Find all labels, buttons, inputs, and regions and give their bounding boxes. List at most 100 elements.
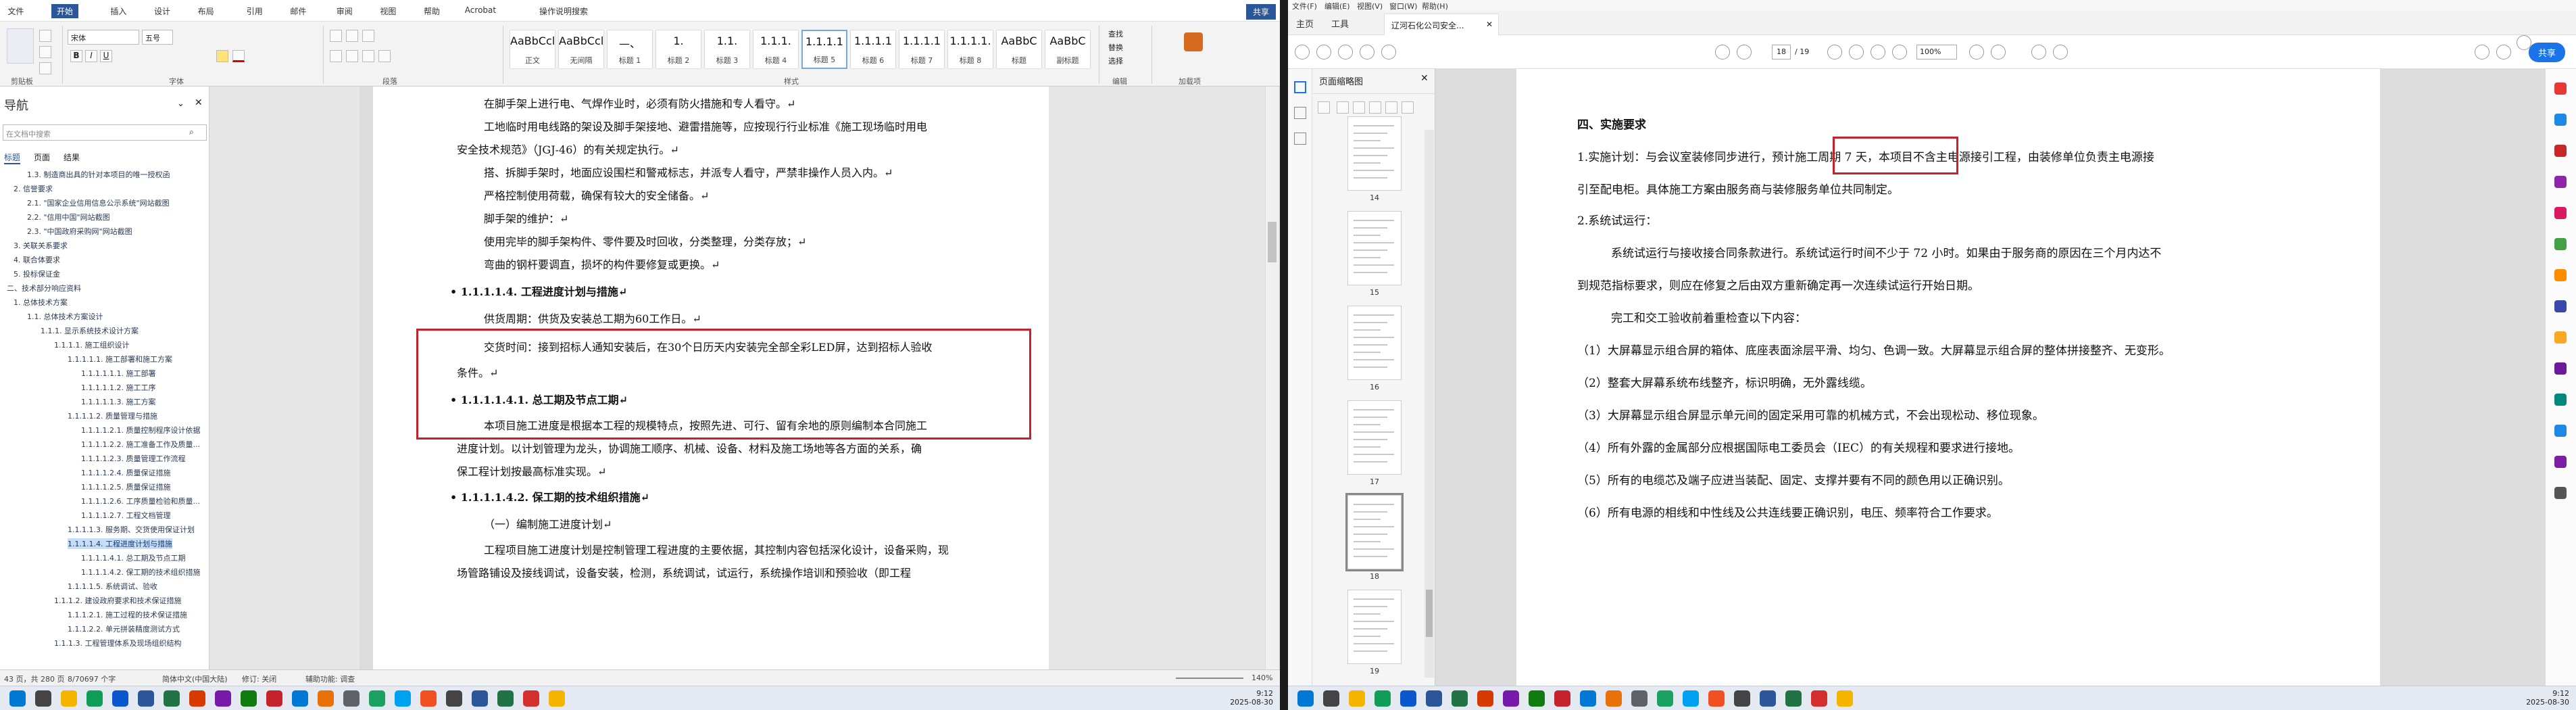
nav-heading-item[interactable]: 二、技术部分响应资料 — [7, 283, 81, 293]
edit-pdf-icon[interactable] — [2554, 114, 2567, 126]
protect-icon[interactable] — [2554, 300, 2567, 312]
organize-pages-icon[interactable] — [2554, 238, 2567, 250]
acrobat-icon[interactable] — [1554, 690, 1570, 707]
page-number-input[interactable]: 18 — [1772, 45, 1791, 60]
office-icon[interactable] — [420, 690, 437, 707]
word-share-button[interactable]: 共享 — [1245, 4, 1276, 20]
comment-icon[interactable] — [2554, 176, 2567, 188]
onenote-icon[interactable] — [215, 690, 231, 707]
nav-heading-item[interactable]: 1.1.1.1.2.7. 工程文档管理 — [81, 510, 170, 521]
cut-icon[interactable] — [39, 30, 51, 42]
nav-heading-item[interactable]: 1.1.1.1.1.1. 施工部署 — [81, 368, 155, 379]
close-icon[interactable]: ✕ — [195, 97, 203, 108]
excel-icon[interactable] — [497, 690, 514, 707]
firefox-icon[interactable] — [318, 690, 334, 707]
firefox-icon[interactable] — [1606, 690, 1622, 707]
page-thumbnail[interactable] — [1347, 306, 1402, 380]
redo-icon[interactable] — [1402, 101, 1414, 114]
multilevel-list-button[interactable] — [362, 30, 374, 42]
settings-icon[interactable] — [1631, 690, 1648, 707]
font-color-button[interactable] — [232, 50, 245, 62]
excel-icon[interactable] — [164, 690, 180, 707]
save-icon[interactable] — [1316, 45, 1331, 60]
office-icon[interactable] — [1708, 690, 1725, 707]
nav-tab[interactable]: 结果 — [64, 151, 80, 163]
nav-heading-item[interactable]: 4. 联合体要求 — [14, 254, 60, 265]
insert-icon[interactable] — [1353, 101, 1365, 114]
style-item[interactable]: AaBbCcl 无间隔 — [558, 30, 604, 69]
nav-heading-item[interactable]: 1.1.1.1.1.3. 施工方案 — [81, 396, 155, 407]
align-center-button[interactable] — [346, 50, 358, 62]
xbox-icon[interactable] — [1529, 690, 1545, 707]
page-thumbnail[interactable] — [1347, 590, 1402, 664]
start-icon[interactable] — [9, 690, 26, 707]
zoom-select[interactable]: 100% — [1916, 45, 1957, 60]
page-thumbnails-icon[interactable] — [1294, 81, 1306, 93]
pen-icon[interactable] — [2053, 45, 2068, 60]
style-item[interactable]: 1. 标题 2 — [655, 30, 701, 69]
nav-heading-item[interactable]: 2. 信誉要求 — [14, 183, 53, 194]
bell-icon[interactable] — [2496, 45, 2511, 60]
tab-tools[interactable]: 工具 — [1331, 17, 1349, 30]
attachment-icon[interactable] — [1294, 133, 1306, 145]
start-icon[interactable] — [1297, 690, 1314, 707]
format-painter-icon[interactable] — [39, 62, 51, 74]
ribbon-tab[interactable]: 帮助 — [424, 5, 440, 17]
copy-icon[interactable] — [39, 46, 51, 58]
terminal-icon[interactable] — [446, 690, 462, 707]
explorer-icon[interactable] — [1349, 690, 1365, 707]
nav-tab[interactable]: 标题 — [4, 151, 21, 164]
word-icon[interactable] — [1426, 690, 1442, 707]
tab-home[interactable]: 主页 — [1296, 17, 1314, 30]
style-item[interactable]: 1.1. 标题 3 — [704, 30, 750, 69]
find-button[interactable]: 查找 — [1108, 28, 1123, 39]
word-icon[interactable] — [1760, 690, 1776, 707]
paste-icon[interactable] — [7, 28, 34, 64]
nav-heading-item[interactable]: 1.1.1.2. 建设政府要求和技术保证措施 — [54, 595, 181, 606]
style-item[interactable]: —、 标题 1 — [607, 30, 653, 69]
excel-icon[interactable] — [1785, 690, 1802, 707]
chrome-icon[interactable] — [86, 690, 103, 707]
combine-files-icon[interactable] — [2554, 207, 2567, 219]
pdf-icon[interactable] — [1811, 690, 1827, 707]
ribbon-tab[interactable]: 操作说明搜索 — [539, 5, 588, 17]
ribbon-tab[interactable]: 审阅 — [337, 5, 353, 17]
help-icon[interactable] — [2475, 45, 2490, 60]
nav-heading-item[interactable]: 1.1.1.3. 工程管理体系及现场组织结构 — [54, 638, 181, 648]
nav-tab[interactable]: 页面 — [34, 151, 50, 163]
ribbon-tab[interactable]: 视图 — [380, 5, 396, 17]
powerpoint-icon[interactable] — [1477, 690, 1493, 707]
powerpoint-icon[interactable] — [189, 690, 205, 707]
terminal-icon[interactable] — [1734, 690, 1750, 707]
align-left-button[interactable] — [330, 50, 342, 62]
addins-icon[interactable] — [1184, 32, 1203, 51]
menu-item[interactable]: 视图(V) — [1357, 1, 1383, 11]
word-icon[interactable] — [472, 690, 488, 707]
edge-icon[interactable] — [112, 690, 128, 707]
thumb-scrollbar[interactable] — [1425, 130, 1434, 678]
wechat-icon[interactable] — [1657, 690, 1673, 707]
zoom-out-icon[interactable] — [1871, 45, 1885, 60]
email-icon[interactable] — [1360, 45, 1374, 60]
zoom-slider[interactable] — [1176, 678, 1243, 679]
onenote-icon[interactable] — [1503, 690, 1519, 707]
settings-icon[interactable] — [2554, 487, 2567, 499]
nav-heading-item[interactable]: 3. 关联关系要求 — [14, 240, 68, 251]
nav-heading-item[interactable]: 1.1.1.1.3. 服务期、交货使用保证计划 — [68, 524, 195, 535]
pdf-icon[interactable] — [523, 690, 539, 707]
page-thumbnail[interactable] — [1347, 116, 1402, 191]
menu-item[interactable]: 文件(F) — [1292, 1, 1317, 11]
word-scrollbar[interactable] — [1265, 87, 1279, 669]
bold-button[interactable]: B — [70, 50, 82, 62]
replace-button[interactable]: 替换 — [1108, 42, 1123, 53]
nav-heading-item[interactable]: 1.1.1. 显示系统技术设计方案 — [41, 325, 139, 336]
select-cursor-icon[interactable] — [1827, 45, 1842, 60]
search-icon[interactable] — [1381, 45, 1396, 60]
settings-icon[interactable] — [343, 690, 360, 707]
undo-icon[interactable] — [1385, 101, 1397, 114]
close-icon[interactable]: ✕ — [1486, 20, 1493, 29]
numbering-button[interactable] — [346, 30, 358, 42]
italic-button[interactable]: I — [85, 50, 97, 62]
underline-button[interactable]: U — [100, 50, 112, 62]
replace-icon[interactable] — [1369, 101, 1381, 114]
